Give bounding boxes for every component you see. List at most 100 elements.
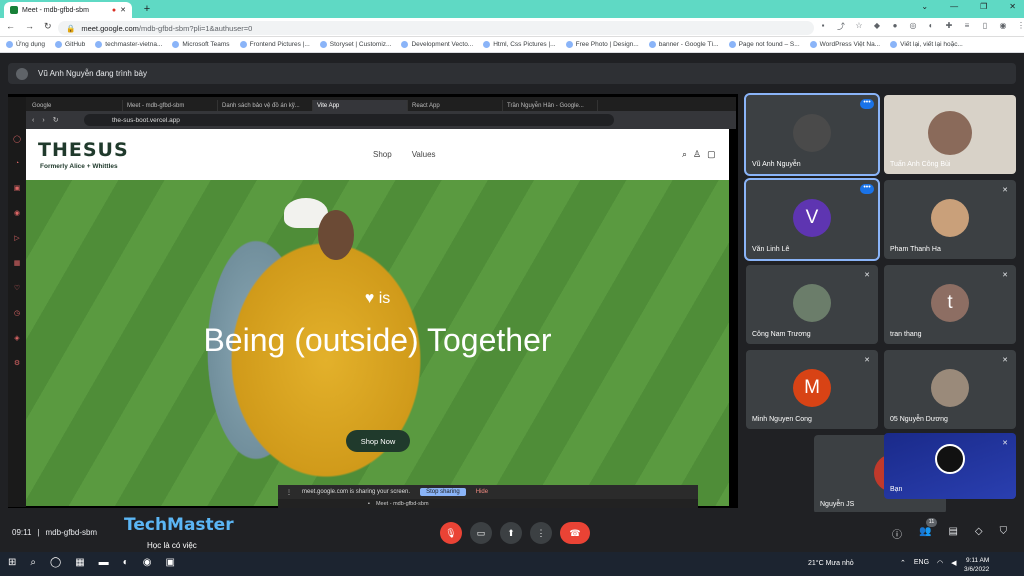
hero-kicker: ♥ is [364,290,391,307]
taskbar-apps: ⊞ ⌕ ◯ ▦ ▬ ◐ ◉ ▣ [8,557,175,568]
bookmark-item[interactable]: Free Photo | Design... [565,41,639,48]
clock[interactable]: 9:11 AM 3/6/2022 [964,556,989,574]
more-options-icon[interactable]: ••• [860,99,874,109]
bookmark-item[interactable]: WordPress Việt Na... [809,41,880,48]
new-tab-button[interactable]: + [140,2,154,16]
profile-avatar[interactable]: ◉ [998,21,1008,33]
file-explorer-icon[interactable]: ▬ [99,557,109,568]
language-indicator[interactable]: ENG [914,559,929,567]
system-tray: ⌃ ENG ◠ ◀ [900,559,957,567]
bookmarks-bar: Ứng dụng GitHub techmaster-vietna... Mic… [0,37,1024,53]
sidepanel-icon[interactable]: ▯ [980,21,990,33]
participant-tile[interactable]: Tuấn Anh Công Bùi [884,95,1016,174]
address-bar[interactable]: 🔒 meet.google.com/mdb-gfbd-sbm?pli=1&aut… [58,21,814,35]
activities-icon[interactable]: ◇ [975,526,983,541]
info-icon[interactable]: ⓘ [892,526,902,541]
reload-icon[interactable]: ↻ [44,21,52,32]
camera-toggle-button[interactable]: ▭ [470,522,492,544]
host-controls-icon[interactable]: ⛉ [1000,526,1008,541]
bookmark-item[interactable]: Ứng dụng [6,41,45,48]
apps-icon [6,41,13,48]
menu-icon[interactable]: ⋮ [1016,21,1024,33]
bookmark-icon [728,41,736,48]
bookmark-icon [95,41,103,48]
back-icon[interactable]: ← [6,21,15,32]
bookmark-item[interactable]: banner - Google Tì... [648,41,719,48]
chrome-icon[interactable]: ◉ [143,557,152,568]
sharing-text: meet.google.com is sharing your screen. [302,489,411,495]
mic-toggle-button[interactable]: 🎙 [440,522,462,544]
more-options-icon[interactable]: ••• [860,184,874,194]
hide-button[interactable]: Hide [476,489,488,495]
participant-tile[interactable]: M ✕ Minh Nguyen Cong [746,350,878,429]
leave-call-button[interactable]: ☎ [560,522,590,544]
participant-tile[interactable]: t ✕ tran thang [884,265,1016,344]
extension-3-icon[interactable]: ◎ [908,21,918,33]
extension-4-icon[interactable]: ◐ [926,21,936,33]
extension-2-icon[interactable]: ● [890,21,900,33]
wifi-icon[interactable]: ◠ [937,559,943,567]
bookmark-item[interactable]: GitHub [55,41,85,48]
windows-start-icon[interactable]: ⊞ [8,557,16,568]
extension-1-icon[interactable]: ◆ [872,21,882,33]
widgets-icon[interactable]: ▦ [75,557,84,568]
techmaster-logo: TechMaster [124,515,234,535]
forward-icon[interactable]: → [25,21,34,32]
app-icon[interactable]: ▣ [165,557,174,568]
tab-close-icon[interactable]: ✕ [120,6,126,14]
people-icon[interactable]: 👥 [919,526,931,541]
participant-name: Nguyễn JS [820,501,855,508]
bookmark-item[interactable]: Microsoft Teams [172,41,230,48]
hero-person [318,210,354,260]
edge-icon[interactable]: ◐ [123,557,129,568]
star-icon[interactable]: ☆ [854,21,864,33]
self-view-tile[interactable]: ✕ Bạn [884,433,1016,499]
presenter-bar: Vũ Anh Nguyễn đang trình bày [8,63,1016,84]
meet-favicon-icon [10,6,18,14]
participant-tile[interactable]: ✕ 05 Nguyễn Dương [884,350,1016,429]
bookmark-item[interactable]: Page not found – S... [728,41,800,48]
bookmark-item[interactable]: techmaster-vietna... [95,41,162,48]
participant-tile[interactable]: V ••• Văn Linh Lê [744,178,880,261]
tab-search-icon[interactable]: ⌄ [921,2,928,11]
bookmark-icon [172,41,180,48]
tab-title: Meet - mdb-gfbd-sbm [22,6,89,14]
cube-icon: ◈ [14,335,20,342]
avatar [935,444,965,475]
participant-name: Tuấn Anh Công Bùi [890,161,951,168]
bookmark-item[interactable]: Development Vecto... [401,41,473,48]
avatar [793,113,831,152]
minimize-button[interactable]: — [950,2,958,11]
shared-address-bar: the-sus-boot.vercel.app [84,114,614,126]
bookmark-item[interactable]: Html, Css Pictures |... [483,41,556,48]
task-view-icon[interactable]: ◯ [50,557,61,568]
more-options-button[interactable]: ⋮ [530,522,552,544]
bookmark-item[interactable]: Frontend Pictures |... [239,41,310,48]
search-icon[interactable]: ⌕ [30,557,36,568]
extension-5-icon[interactable]: ≡ [962,21,972,33]
chat-icon[interactable]: ▤ [948,526,957,541]
weather[interactable]: 21°C Mưa nhỏ [808,560,854,567]
tray-up-icon[interactable]: ⌃ [900,559,906,567]
url-path: /mdb-gfbd-sbm?pli=1&authuser=0 [138,23,253,33]
participant-tile[interactable]: ••• Vũ Anh Nguyễn [744,93,880,176]
bookmark-item[interactable]: Viết lại, viết lại hoặc... [890,41,963,48]
avatar [793,283,831,322]
present-button[interactable]: ⬆ [500,522,522,544]
volume-icon[interactable]: ◀ [951,559,956,567]
close-window-button[interactable]: ✕ [1009,2,1016,11]
stop-sharing-button[interactable]: Stop sharing [420,488,466,496]
puzzle-icon[interactable]: ✚ [944,21,954,33]
camera-icon[interactable]: ▪ [818,21,828,33]
maximize-button[interactable]: ❐ [980,2,987,11]
sidebar-icon: ◔ [14,160,20,167]
settings-icon: ⚙ [13,360,21,367]
share-icon[interactable]: ⤴ [836,21,846,33]
bookmark-item[interactable]: Storyset | Customiz... [319,41,391,48]
mic-off-icon: ✕ [1002,357,1008,364]
participant-tile[interactable]: ✕ Công Nam Trương [746,265,878,344]
mic-off-icon: ✕ [864,272,870,279]
participant-tile[interactable]: ✕ Pham Thanh Ha [884,180,1016,259]
cart-icon: ▢ [707,149,716,159]
browser-tab-meet[interactable]: Meet - mdb-gfbd-sbm ● ✕ [4,2,132,18]
